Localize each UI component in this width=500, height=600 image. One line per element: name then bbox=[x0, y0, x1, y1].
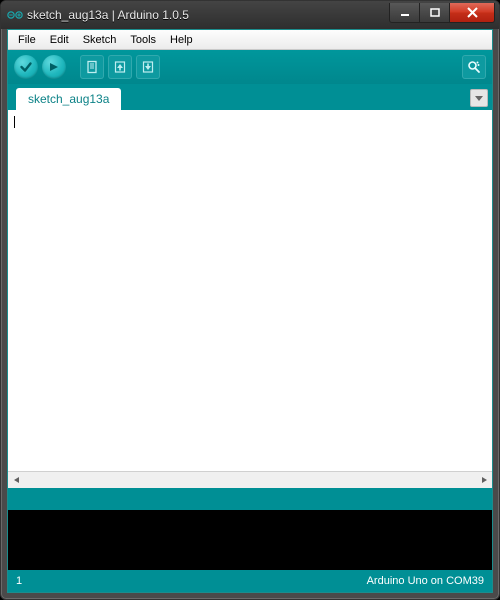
app-window: sketch_aug13a | Arduino 1.0.5 File Edit … bbox=[0, 0, 500, 600]
tab-bar: sketch_aug13a bbox=[8, 84, 492, 110]
code-content[interactable] bbox=[8, 110, 492, 471]
tab-sketch[interactable]: sketch_aug13a bbox=[16, 88, 121, 110]
tab-label: sketch_aug13a bbox=[28, 92, 109, 106]
scroll-left-arrow-icon[interactable] bbox=[8, 472, 25, 489]
minimize-button[interactable] bbox=[389, 3, 419, 23]
tab-menu-button[interactable] bbox=[470, 89, 488, 107]
maximize-button[interactable] bbox=[419, 3, 449, 23]
chevron-down-icon bbox=[474, 93, 484, 103]
new-button[interactable] bbox=[80, 55, 104, 79]
arrow-right-icon bbox=[47, 60, 61, 74]
arrow-down-icon bbox=[141, 60, 155, 74]
arduino-logo-icon bbox=[7, 7, 23, 23]
horizontal-scrollbar[interactable] bbox=[8, 471, 492, 488]
scroll-right-arrow-icon[interactable] bbox=[475, 472, 492, 489]
status-board-port: Arduino Uno on COM39 bbox=[367, 575, 484, 587]
status-bar: 1 Arduino Uno on COM39 bbox=[8, 570, 492, 592]
save-button[interactable] bbox=[136, 55, 160, 79]
console-output[interactable] bbox=[8, 510, 492, 570]
open-button[interactable] bbox=[108, 55, 132, 79]
arrow-up-icon bbox=[113, 60, 127, 74]
status-line-number: 1 bbox=[16, 575, 22, 587]
menu-bar: File Edit Sketch Tools Help bbox=[8, 30, 492, 50]
menu-tools[interactable]: Tools bbox=[124, 32, 162, 48]
check-icon bbox=[19, 60, 33, 74]
upload-button[interactable] bbox=[42, 55, 66, 79]
text-cursor bbox=[14, 116, 15, 128]
window-title: sketch_aug13a | Arduino 1.0.5 bbox=[27, 8, 189, 22]
close-button[interactable] bbox=[449, 3, 495, 23]
menu-help[interactable]: Help bbox=[164, 32, 199, 48]
message-bar bbox=[8, 488, 492, 510]
toolbar bbox=[8, 50, 492, 84]
menu-edit[interactable]: Edit bbox=[44, 32, 75, 48]
client-area: File Edit Sketch Tools Help bbox=[7, 29, 493, 593]
serial-monitor-icon bbox=[466, 59, 482, 75]
titlebar[interactable]: sketch_aug13a | Arduino 1.0.5 bbox=[1, 1, 499, 29]
file-icon bbox=[85, 60, 99, 74]
serial-monitor-button[interactable] bbox=[462, 55, 486, 79]
menu-file[interactable]: File bbox=[12, 32, 42, 48]
code-editor[interactable] bbox=[8, 110, 492, 488]
verify-button[interactable] bbox=[14, 55, 38, 79]
window-controls bbox=[389, 3, 495, 23]
menu-sketch[interactable]: Sketch bbox=[77, 32, 123, 48]
